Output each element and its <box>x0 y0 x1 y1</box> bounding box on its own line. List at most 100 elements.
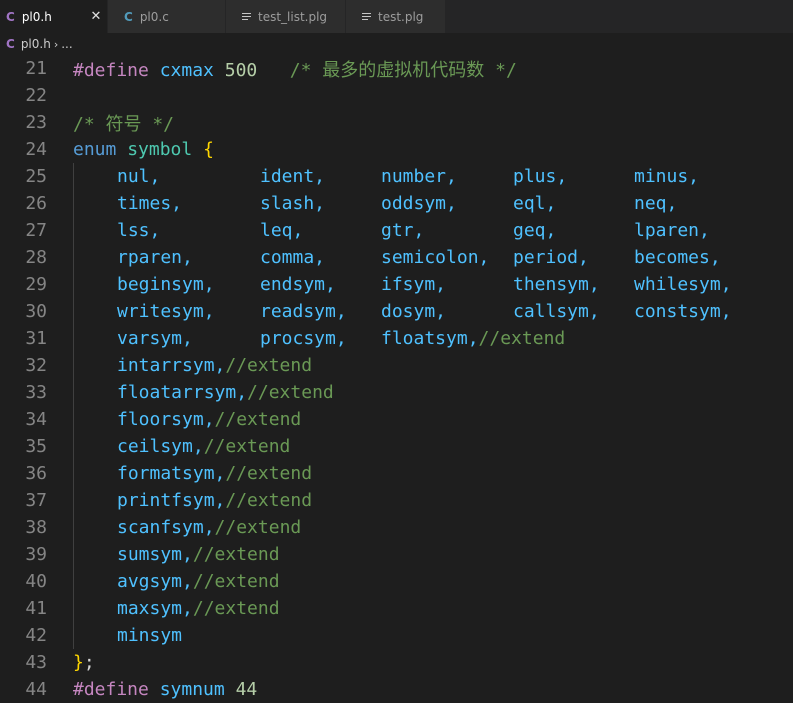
enum-member: whilesym, <box>634 274 732 295</box>
tab-pl0-c[interactable]: C pl0.c <box>108 0 226 33</box>
line-content: }; <box>73 652 95 673</box>
enum-member: period, <box>513 247 589 268</box>
line-content: maxsym,//extend <box>117 598 280 619</box>
tab-test-plg[interactable]: test.plg <box>346 0 446 33</box>
code-line: 36 formatsym,//extend <box>0 460 793 487</box>
code-line: 42 minsym <box>0 622 793 649</box>
line-number: 22 <box>25 85 47 106</box>
comment: /* 符号 */ <box>73 113 175 135</box>
line-content: scanfsym,//extend <box>117 517 301 538</box>
enum-member: intarrsym, <box>117 355 226 376</box>
comment: //extend <box>225 355 313 376</box>
number-literal: 44 <box>235 679 258 700</box>
line-number: 24 <box>25 139 47 160</box>
line-content: sumsym,//extend <box>117 544 280 565</box>
breadcrumb-file[interactable]: pl0.h <box>21 37 51 51</box>
brace: } <box>73 652 84 673</box>
line-number: 21 <box>25 58 47 79</box>
comment: //extend <box>214 517 302 538</box>
enum-member: floatsym, <box>381 328 479 349</box>
keyword: enum <box>73 139 117 160</box>
code-line: 31 varsym, procsym, floatsym,//extend <box>0 325 793 352</box>
enum-member: dosym, <box>381 301 447 322</box>
enum-member: floorsym, <box>117 409 215 430</box>
enum-member: constsym, <box>634 301 732 322</box>
code-line: 34 floorsym,//extend <box>0 406 793 433</box>
enum-member: formatsym, <box>117 463 226 484</box>
line-content: /* 符号 */ <box>73 110 174 136</box>
enum-member: neq, <box>634 193 678 214</box>
line-number: 44 <box>25 679 47 700</box>
enum-member: oddsym, <box>381 193 457 214</box>
code-line: 38 scanfsym,//extend <box>0 514 793 541</box>
code-line: 22 <box>0 82 793 109</box>
line-content: ceilsym,//extend <box>117 436 290 457</box>
line-content: #define cxmax 500 /* 最多的虚拟机代码数 */ <box>73 56 517 82</box>
indent-guide <box>73 163 74 649</box>
line-number: 41 <box>25 598 47 619</box>
chevron-right-icon: › <box>53 37 59 51</box>
tab-label: pl0.c <box>139 9 169 24</box>
line-number: 26 <box>25 193 47 214</box>
number-literal: 500 <box>224 59 258 81</box>
tab-label: test_list.plg <box>258 9 328 24</box>
code-line: 33 floatarrsym,//extend <box>0 379 793 406</box>
enum-member: semicolon, <box>381 247 490 268</box>
breadcrumb: C pl0.h › ... <box>0 33 793 55</box>
macro-name: cxmax <box>159 59 214 81</box>
enum-member: varsym, <box>117 328 193 349</box>
enum-member: printfsym, <box>117 490 226 511</box>
line-content: printfsym,//extend <box>117 490 312 511</box>
enum-member: gtr, <box>381 220 425 241</box>
code-line: 25 nul, ident, number, plus, minus, <box>0 163 793 190</box>
c-file-icon: C <box>6 9 15 24</box>
code-line: 43 }; <box>0 649 793 676</box>
code-line: 32 intarrsym,//extend <box>0 352 793 379</box>
enum-member: endsym, <box>260 274 336 295</box>
code-line: 24 enum symbol { <box>0 136 793 163</box>
comment: //extend <box>225 490 313 511</box>
line-number: 29 <box>25 274 47 295</box>
line-number: 35 <box>25 436 47 457</box>
enum-member: minus, <box>634 166 700 187</box>
code-editor[interactable]: 21 #define cxmax 500 /* 最多的虚拟机代码数 */ 22 … <box>0 55 793 703</box>
line-number: 38 <box>25 517 47 538</box>
code-line: 26 times, slash, oddsym, eql, neq, <box>0 190 793 217</box>
code-line: 39 sumsym,//extend <box>0 541 793 568</box>
line-number: 32 <box>25 355 47 376</box>
comment: //extend <box>192 571 280 592</box>
code-line: 37 printfsym,//extend <box>0 487 793 514</box>
enum-member: scanfsym, <box>117 517 215 538</box>
line-number: 25 <box>25 166 47 187</box>
tab-pl0-h[interactable]: C pl0.h ✕ <box>0 0 108 33</box>
preprocessor-directive: #define <box>73 679 149 700</box>
enum-member: maxsym, <box>117 598 193 619</box>
tab-test-list-plg[interactable]: test_list.plg <box>226 0 346 33</box>
close-icon[interactable]: ✕ <box>85 9 107 24</box>
breadcrumb-symbols[interactable]: ... <box>61 37 72 51</box>
enum-member: minsym <box>117 625 183 646</box>
line-content: formatsym,//extend <box>117 463 312 484</box>
line-number: 39 <box>25 544 47 565</box>
enum-member: slash, <box>260 193 326 214</box>
tab-label: pl0.h <box>21 9 52 24</box>
enum-member: ceilsym, <box>117 436 204 457</box>
enum-member: comma, <box>260 247 326 268</box>
comment: //extend <box>214 409 302 430</box>
enum-member: becomes, <box>634 247 721 268</box>
macro-name: symnum <box>159 679 225 700</box>
enum-member: ident, <box>260 166 326 187</box>
line-content: intarrsym,//extend <box>117 355 312 376</box>
comment: //extend <box>478 328 566 349</box>
enum-member: eql, <box>513 193 557 214</box>
line-number: 34 <box>25 409 47 430</box>
enum-member: beginsym, <box>117 274 215 295</box>
enum-member: callsym, <box>513 301 600 322</box>
enum-member: nul, <box>117 166 161 187</box>
tab-label: test.plg <box>378 9 424 24</box>
code-line: 21 #define cxmax 500 /* 最多的虚拟机代码数 */ <box>0 55 793 82</box>
text-file-icon <box>242 11 251 22</box>
line-number: 40 <box>25 571 47 592</box>
text-file-icon <box>362 11 371 22</box>
type-name: symbol <box>127 139 193 160</box>
